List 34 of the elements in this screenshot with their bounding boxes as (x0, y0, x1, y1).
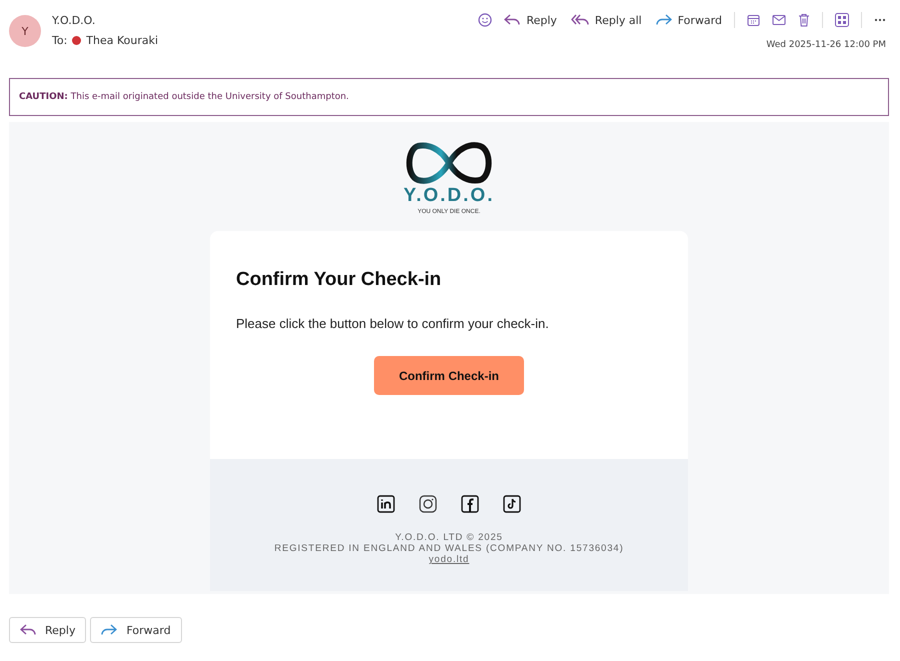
caution-notice: CAUTION: This e-mail originated outside the University of Southampton. (19, 92, 350, 102)
trash-icon[interactable] (798, 13, 810, 27)
brand-name: Y.O.D.O. (404, 185, 494, 207)
more-icon[interactable] (874, 18, 886, 22)
reply-button[interactable]: Reply (9, 617, 86, 643)
calendar-icon[interactable] (747, 14, 760, 26)
email-message: Please click the button below to confirm your check-in. (236, 316, 550, 331)
instagram-icon[interactable] (419, 495, 437, 513)
website-link[interactable]: yodo.ltd (428, 554, 470, 565)
reply-all-button[interactable]: Reply all (570, 14, 642, 26)
forward-button[interactable]: Forward (90, 617, 182, 643)
reply-all-icon (570, 14, 589, 26)
envelope-icon[interactable] (772, 14, 786, 26)
copyright-text: Y.O.D.O. LTD © 2025 (395, 532, 503, 543)
to-label: To: (52, 34, 68, 47)
forward-icon (656, 14, 672, 26)
tiktok-icon[interactable] (503, 495, 521, 513)
status-dot-icon (72, 36, 82, 45)
recipient-name[interactable]: Thea Kouraki (86, 34, 158, 47)
reply-icon (504, 14, 520, 26)
registration-text: REGISTERED IN ENGLAND AND WALES (COMPANY NO. 15736034) (274, 543, 624, 554)
forward-button[interactable]: Forward (656, 14, 722, 26)
sender-name: Y.O.D.O. (52, 14, 96, 27)
email-heading: Confirm Your Check-in (236, 269, 442, 291)
linkedin-icon[interactable] (377, 495, 395, 513)
facebook-icon[interactable] (461, 495, 479, 513)
reply-icon (20, 624, 36, 636)
forward-icon (101, 624, 118, 636)
reply-button[interactable]: Reply (504, 14, 557, 26)
received-date: Wed 2025-11-26 12:00 PM (766, 40, 886, 50)
avatar: Y (9, 15, 41, 47)
emoji-icon[interactable] (478, 13, 492, 27)
confirm-button[interactable]: Confirm Check-in (374, 356, 524, 395)
apps-icon[interactable] (835, 13, 849, 27)
